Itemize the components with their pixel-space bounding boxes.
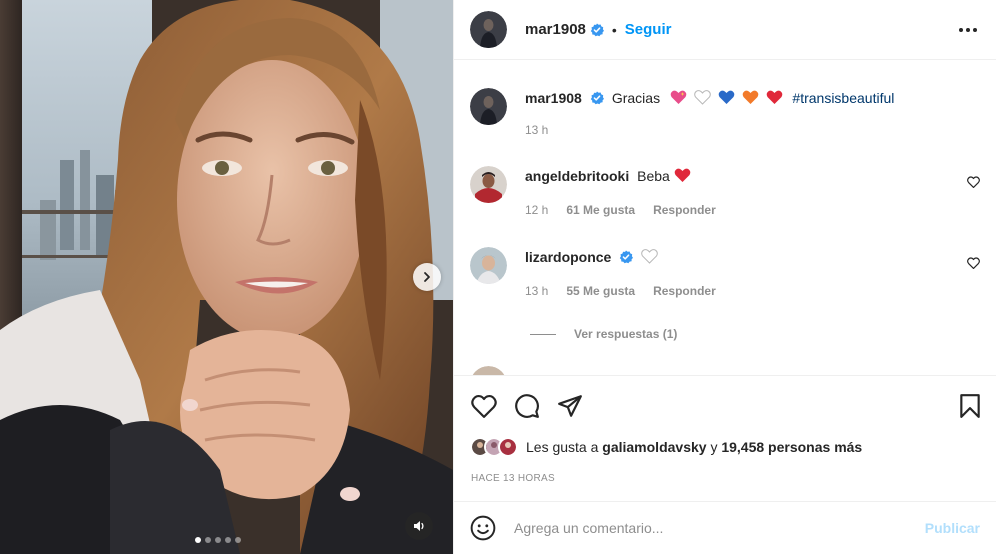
action-bar — [470, 392, 984, 420]
bookmark-icon — [960, 394, 980, 418]
likes-count[interactable]: 19,458 personas más — [721, 439, 862, 455]
orange-heart-icon — [742, 90, 758, 104]
carousel-dot — [205, 537, 211, 543]
caption-hashtag[interactable]: #transisbeautiful — [792, 90, 894, 106]
comment-time: 13 h — [525, 284, 549, 298]
share-icon — [558, 395, 582, 417]
author-username[interactable]: mar1908 — [525, 21, 586, 38]
caption-username[interactable]: mar1908 — [525, 90, 582, 106]
heart-icon — [471, 394, 497, 418]
post-actions: Les gusta a galiamoldavsky y 19,458 pers… — [454, 375, 996, 501]
likes-connector: y — [710, 439, 718, 455]
commenter-avatar[interactable] — [470, 166, 507, 203]
comment-input[interactable] — [514, 520, 917, 536]
carousel-dot — [215, 537, 221, 543]
author-avatar[interactable] — [470, 11, 507, 48]
publish-button[interactable]: Publicar — [925, 520, 980, 536]
post-timestamp: HACE 13 HORAS — [471, 473, 555, 484]
liker-avatar — [498, 437, 518, 457]
carousel-indicator — [195, 537, 241, 543]
caption-time: 13 h — [525, 123, 549, 137]
author-avatar[interactable] — [470, 88, 507, 125]
likes-prefix: Les gusta a — [526, 439, 599, 455]
replies-divider — [530, 333, 556, 335]
add-comment-bar: Publicar — [454, 501, 996, 554]
carousel-dot — [195, 537, 201, 543]
sparkling-heart-icon — [670, 90, 687, 104]
comment-button[interactable] — [513, 392, 541, 420]
separator-dot: • — [611, 21, 617, 38]
view-replies-label: Ver respuestas (1) — [574, 327, 678, 341]
verified-badge-icon — [590, 91, 604, 105]
share-button[interactable] — [556, 392, 584, 420]
comment-item: lizardoponce 13 h 55 Me gusta Responder — [470, 247, 980, 298]
post-media[interactable] — [0, 0, 453, 554]
post-photo — [0, 0, 453, 554]
post-side-panel: mar1908 • Seguir mar1908 Gracias #transi… — [453, 0, 996, 554]
comment-time: 12 h — [525, 203, 549, 217]
comment-username[interactable]: angeldebritooki — [525, 168, 629, 184]
comments-list[interactable]: mar1908 Gracias #transisbeautiful 13 h a… — [454, 61, 996, 375]
likes-summary[interactable]: Les gusta a galiamoldavsky y 19,458 pers… — [470, 437, 862, 457]
caption: mar1908 Gracias #transisbeautiful 13 h — [470, 88, 980, 137]
red-heart-icon — [766, 90, 782, 104]
caption-emojis — [670, 90, 786, 106]
comment-likes[interactable]: 55 Me gusta — [566, 284, 635, 298]
emoji-button[interactable] — [470, 515, 496, 541]
comment-text: Beba — [637, 168, 670, 184]
follow-button[interactable]: Seguir — [625, 21, 672, 38]
liker-username[interactable]: galiamoldavsky — [602, 439, 706, 455]
liker-avatars — [470, 437, 518, 457]
like-button[interactable] — [470, 392, 498, 420]
reply-button[interactable]: Responder — [653, 284, 716, 298]
comment-item: angeldebritooki Beba 12 h 61 Me gusta Re… — [470, 166, 980, 217]
blue-heart-icon — [718, 90, 735, 104]
carousel-dot — [235, 537, 241, 543]
caption-text: Gracias — [611, 90, 661, 106]
commenter-avatar[interactable] — [470, 247, 507, 284]
verified-badge-icon — [590, 23, 604, 36]
red-heart-icon — [674, 168, 691, 182]
comment-likes[interactable]: 61 Me gusta — [566, 203, 635, 217]
emoji-icon — [470, 515, 496, 541]
verified-badge-icon — [620, 250, 634, 264]
carousel-dot — [225, 537, 231, 543]
heart-icon[interactable] — [967, 176, 980, 188]
chevron-right-icon — [424, 272, 430, 282]
reply-button[interactable]: Responder — [653, 203, 716, 217]
save-button[interactable] — [956, 392, 984, 420]
white-heart-icon — [641, 249, 659, 264]
comment-username[interactable]: lizardoponce — [525, 249, 611, 265]
comment-icon — [515, 394, 539, 418]
commenter-avatar[interactable] — [470, 366, 507, 375]
speaker-icon — [414, 521, 424, 531]
more-options-button[interactable] — [958, 27, 978, 33]
white-heart-icon — [694, 90, 711, 105]
view-replies-button[interactable]: Ver respuestas (1) — [530, 327, 677, 341]
audio-toggle-button[interactable] — [405, 512, 433, 540]
post-header: mar1908 • Seguir — [454, 0, 996, 60]
heart-icon[interactable] — [967, 257, 980, 269]
carousel-next-button[interactable] — [413, 263, 441, 291]
more-options-icon — [959, 27, 977, 32]
